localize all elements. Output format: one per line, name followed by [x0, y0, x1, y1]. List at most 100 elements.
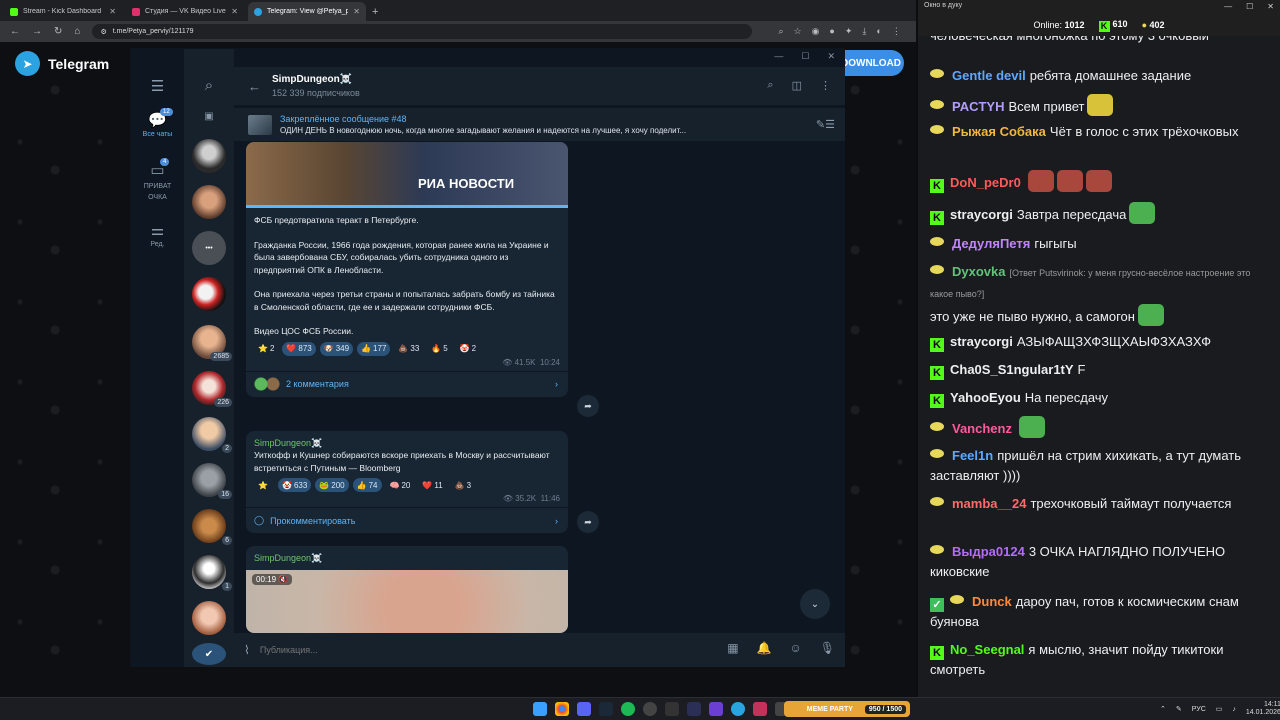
chat-avatar[interactable] [192, 601, 226, 635]
reaction-chip[interactable]: 💩 3 [451, 478, 475, 492]
chat-username[interactable]: Vanchenz [952, 421, 1012, 436]
more-kebab-icon[interactable]: ⋮ [820, 79, 831, 92]
chat-avatar[interactable] [192, 139, 226, 173]
close-icon[interactable]: ✕ [827, 51, 835, 62]
pinned-message-bar[interactable]: Закреплённое сообщение #48 ОДИН ДЕНЬ В н… [234, 107, 845, 141]
windows-start-icon[interactable] [533, 702, 547, 716]
reaction-chip[interactable]: 👍 177 [357, 341, 391, 356]
reaction-chip[interactable]: ⭐ 2 [254, 342, 278, 356]
spotify-icon[interactable] [621, 702, 635, 716]
url-input[interactable]: ⚙ t.me/Petya_perviy/121179 [92, 24, 753, 39]
reload-icon[interactable]: ↻ [54, 26, 62, 37]
share-button[interactable]: ➦ [577, 511, 599, 533]
folder-private[interactable]: ▭ 4 ПРИВАТ ОЧКА [131, 158, 184, 203]
scroll-down-button[interactable]: ⌄ [800, 589, 830, 619]
reaction-chip[interactable]: 🔥 5 [427, 342, 451, 356]
steam-icon[interactable] [599, 702, 613, 716]
silent-bell-icon[interactable]: 🔔 [757, 641, 772, 655]
chat-username[interactable]: Dunck [972, 594, 1012, 609]
chat-username[interactable]: mamba__24 [952, 496, 1026, 511]
chat-username[interactable]: DoN_peDr0 [950, 175, 1021, 190]
clock[interactable]: 14:11 14.01.2026 [1246, 701, 1280, 717]
chat-username[interactable]: No_Seegnal [950, 642, 1024, 657]
chat-username[interactable]: Рыжая Собака [952, 124, 1046, 139]
chat-avatar[interactable]: 2 [192, 417, 232, 453]
video-preview[interactable]: 00:19 🔇 [246, 570, 568, 633]
telegram-icon[interactable] [731, 702, 745, 716]
chat-avatar[interactable]: 1 [192, 555, 232, 591]
chat-avatar[interactable]: 226 [192, 371, 232, 407]
meme-party-widget[interactable]: MEME PARTY 950 / 1500 [784, 701, 910, 717]
share-button[interactable]: ➦ [577, 395, 599, 417]
sidebar-toggle-icon[interactable]: ◫ [792, 79, 802, 92]
back-arrow-icon[interactable]: ← [10, 26, 20, 37]
tab-telegram[interactable]: Telegram: View @Petya_perviy ✕ [248, 2, 366, 21]
reaction-chip[interactable]: 🤡 2 [456, 342, 480, 356]
home-icon[interactable]: ⌂ [74, 26, 80, 37]
chat-avatar[interactable]: 2685 [192, 325, 232, 361]
schedule-calendar-icon[interactable]: ▦ [727, 641, 738, 655]
chat-username[interactable]: Feel1n [952, 448, 993, 463]
chat-username[interactable]: straycorgi [950, 207, 1013, 222]
download-icon[interactable]: ⤓ [862, 26, 866, 37]
new-tab-button[interactable]: + [372, 2, 378, 21]
tab-close-icon[interactable]: ✕ [353, 7, 360, 16]
forward-arrow-icon[interactable]: → [32, 26, 42, 37]
microphone-icon[interactable]: 🎙 [820, 641, 835, 655]
chat-avatar[interactable]: 16 [192, 463, 232, 499]
folder-all-chats[interactable]: 💬 12 Все чаты [131, 108, 184, 138]
zoom-icon[interactable]: ⌕ [778, 26, 783, 37]
chat-username[interactable]: ДедуляПетя [952, 236, 1030, 251]
media-player-icon[interactable] [709, 702, 723, 716]
muted-speaker-icon[interactable]: 🔇 [278, 575, 288, 584]
message-input[interactable] [259, 645, 700, 655]
pen-icon[interactable]: ✎ [1176, 705, 1182, 713]
app-icon[interactable] [665, 702, 679, 716]
discord-icon[interactable] [577, 702, 591, 716]
chat-username[interactable]: Dyxovka [952, 264, 1005, 279]
telegram-logo[interactable]: ➤ Telegram [15, 51, 109, 76]
chat-avatar[interactable] [192, 185, 226, 219]
maximize-icon[interactable]: ☐ [801, 51, 809, 62]
tab-close-icon[interactable]: ✕ [231, 7, 238, 16]
tray-chevron-icon[interactable]: ⌃ [1160, 705, 1166, 713]
reaction-chip[interactable]: ⭐ [254, 478, 274, 492]
network-icon[interactable]: ▭ [1216, 705, 1223, 713]
hamburger-menu-icon[interactable]: ☰ [131, 77, 184, 97]
tab-vk-video[interactable]: Студия — VK Видео Live ✕ [126, 2, 244, 21]
reaction-chip[interactable]: ❤️ 873 [282, 341, 316, 356]
minimize-icon[interactable]: — [774, 51, 783, 62]
comment-link[interactable]: ◯ Прокомментировать › [246, 507, 568, 533]
extension-icon[interactable]: ◉ [812, 26, 820, 37]
post-image[interactable]: РИА НОВОСТИ [246, 142, 568, 208]
emoji-icon[interactable]: ☺ [790, 641, 802, 655]
reaction-chip[interactable]: 💩 33 [394, 342, 423, 356]
chat-username[interactable]: Cha0S_S1ngular1tY [950, 362, 1074, 377]
download-button[interactable]: DOWNLOAD [838, 50, 904, 76]
chat-username[interactable]: YahooEyou [950, 390, 1021, 405]
chrome-icon[interactable] [555, 702, 569, 716]
tab-close-icon[interactable]: ✕ [109, 7, 116, 16]
reaction-chip[interactable]: 🐶 349 [319, 341, 354, 356]
chat-avatar[interactable]: 6 [192, 509, 232, 545]
pinned-list-icon[interactable]: ✎☰ [816, 118, 835, 131]
chat-username[interactable]: straycorgi [950, 334, 1013, 349]
obs-icon[interactable] [643, 702, 657, 716]
tab-kick-dashboard[interactable]: Stream - Kick Dashboard ✕ [4, 2, 122, 21]
channel-info[interactable]: SimpDungeon☠️ 152 339 подписчиков [272, 74, 360, 98]
search-icon[interactable]: ⌕ [184, 77, 234, 96]
volume-icon[interactable]: ♪ [1232, 706, 1236, 713]
folder-edit[interactable]: ⚌ Ред. [131, 221, 184, 248]
post-sender[interactable]: SimpDungeon☠️ [246, 431, 568, 449]
back-arrow-icon[interactable]: ← [248, 79, 272, 94]
site-info-icon[interactable]: ⚙ [100, 28, 106, 36]
language-indicator[interactable]: РУС [1192, 706, 1206, 713]
reaction-chip[interactable]: ❤️ 11 [418, 478, 446, 492]
minimize-icon[interactable]: — [1224, 2, 1232, 12]
app-icon[interactable] [753, 702, 767, 716]
reaction-chip[interactable]: 👍 74 [352, 478, 382, 492]
reaction-chip[interactable]: 🐸 200 [315, 478, 349, 492]
extensions-puzzle-icon[interactable]: ✦ [845, 26, 853, 37]
reaction-chip[interactable]: 🤡 633 [277, 478, 312, 492]
verified-chat-avatar[interactable]: ✔ [192, 643, 226, 665]
